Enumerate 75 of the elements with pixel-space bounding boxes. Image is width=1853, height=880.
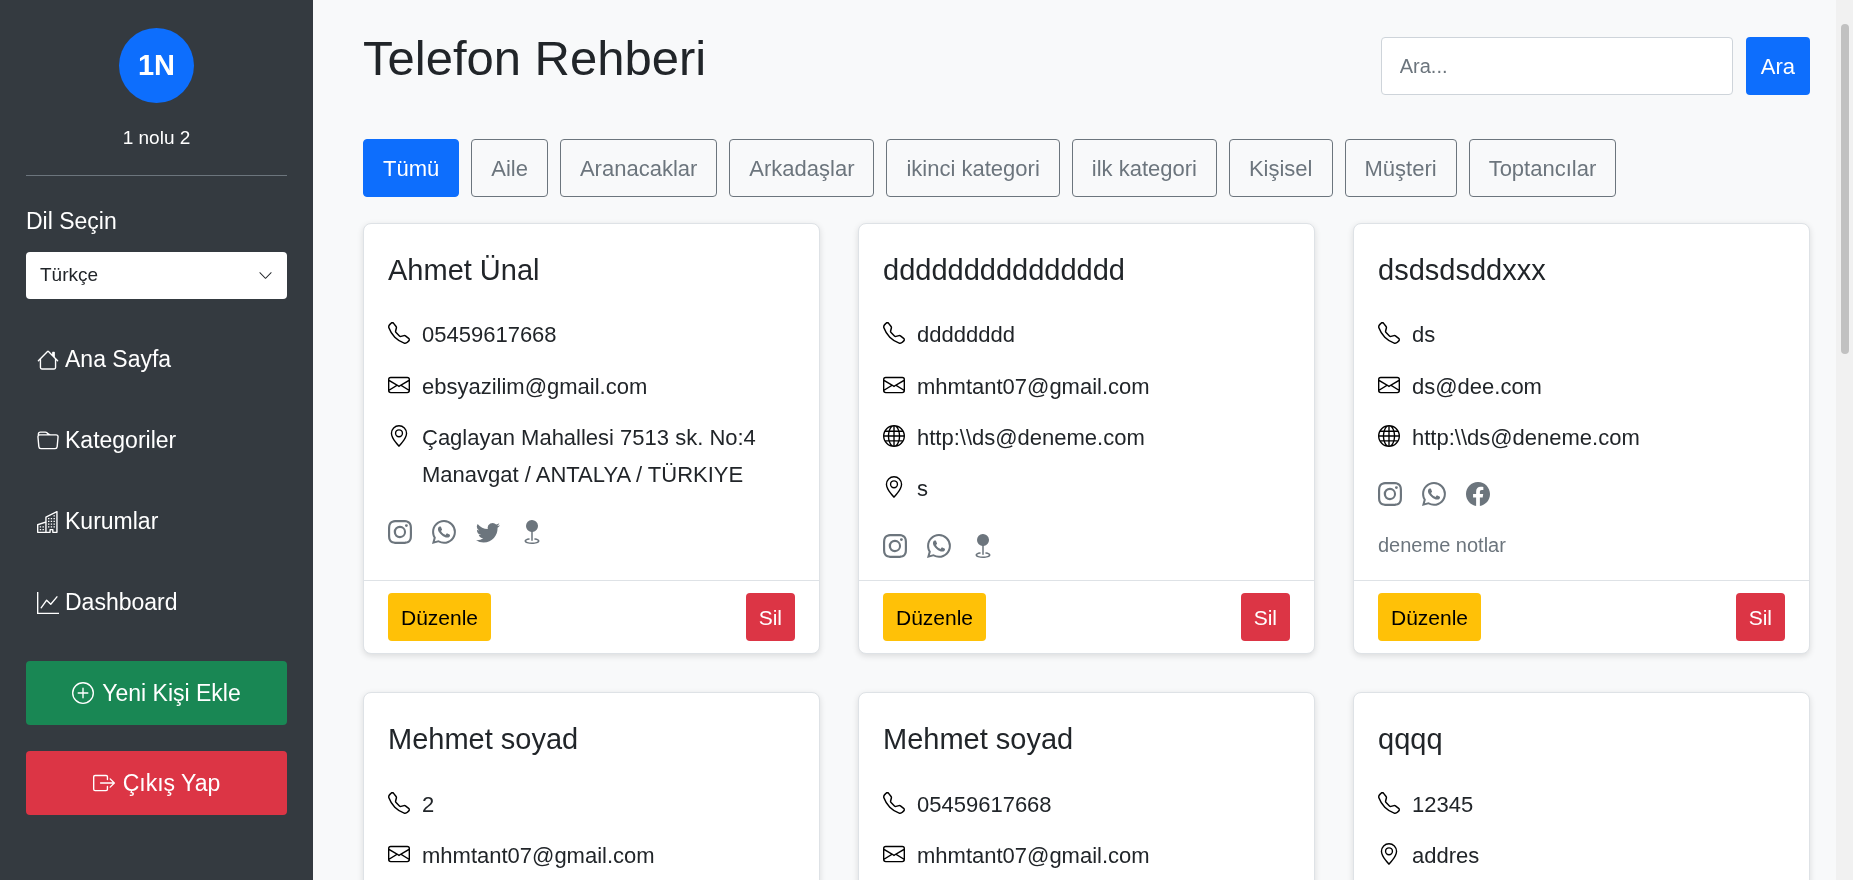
category-filter[interactable]: ikinci kategori [886,139,1060,197]
nav-item[interactable]: Kurumlar [26,481,287,562]
edit-button[interactable]: Düzenle [388,593,492,642]
folder-icon [37,429,59,452]
category-filter[interactable]: Toptancılar [1468,139,1617,197]
category-filter[interactable]: Tümü [363,139,460,197]
globe-icon [1378,425,1400,448]
contact-detail: http:\\ds@deneme.com [917,424,1145,453]
contact-detail: ebsyazilim@gmail.com [422,372,648,401]
contact-name: ddddddddddddddd [883,253,1126,288]
contact-detail: 05459617668 [422,321,557,350]
scrollbar[interactable] [1836,0,1853,880]
category-filter[interactable]: Aranacaklar [559,139,718,197]
search-field[interactable]: Ara... [1380,37,1733,95]
delete-button[interactable]: Sil [1240,593,1290,642]
category-filter[interactable]: Kişisel [1228,139,1333,197]
contact-detail: mhmtant07@gmail.com [422,842,655,871]
add-contact-button[interactable]: Yeni Kişi Ekle [26,661,287,725]
nav-item[interactable]: Ana Sayfa [26,319,287,400]
phone-icon [388,791,410,814]
location-pin-icon [388,425,410,448]
instagram-icon[interactable] [1378,482,1402,507]
phone-icon [883,322,905,345]
contact-note: deneme notlar [1378,533,1507,559]
instagram-icon[interactable] [883,533,907,558]
delete-button[interactable]: Sil [1735,593,1785,642]
category-filter[interactable]: ilk kategori [1071,139,1217,197]
phone-icon [1378,322,1400,345]
category-filter[interactable]: Müşteri [1344,139,1457,197]
user-name: 1 nolu 2 [121,126,192,150]
contact-detail: dddddddd [917,321,1015,350]
edit-button[interactable]: Düzenle [883,593,987,642]
whatsapp-icon[interactable] [432,519,456,544]
location-pin-icon [1378,843,1400,866]
category-filter[interactable]: Aile [471,139,548,197]
facebook-icon[interactable] [1466,482,1490,507]
contact-name: dsdsdsddxxx [1378,253,1547,288]
buildings-icon [37,510,59,533]
contact-detail: addres [1412,842,1480,871]
instagram-icon[interactable] [388,519,412,544]
avatar: 1N [119,28,194,103]
contact-detail: ds@dee.com [1412,372,1542,401]
contact-detail: 2 [422,790,435,819]
contact-detail: ds [1412,321,1436,350]
language-select[interactable]: Türkçe [26,252,287,299]
logout-button[interactable]: Çıkış Yap [26,751,287,815]
page-title: Telefon Rehberi [363,30,707,87]
phone-icon [388,322,410,345]
whatsapp-icon[interactable] [927,533,951,558]
edit-button[interactable]: Düzenle [1378,593,1482,642]
home-icon [37,348,59,371]
contact-detail: 12345 [1412,790,1474,819]
contact-detail: http:\\ds@deneme.com [1412,424,1640,453]
contact-name: qqqq [1378,722,1444,758]
language-label: Dil Seçin [26,206,118,236]
contact-detail: Çaglayan Mahallesi 7513 sk. No:4 Manavgat / ANTALYA / TÜRKIYE [422,424,757,490]
nav-item[interactable]: Dashboard [26,562,287,643]
search-button[interactable]: Ara [1745,37,1810,95]
contact-detail: mhmtant07@gmail.com [917,372,1150,401]
whatsapp-icon[interactable] [1422,482,1446,507]
logout-icon [92,772,115,794]
delete-button[interactable]: Sil [745,593,795,642]
contact-name: Mehmet soyad [388,722,580,758]
contact-name: Mehmet soyad [883,722,1075,758]
globe-icon [883,425,905,448]
phone-icon [1378,791,1400,814]
nav-item[interactable]: Kategoriler [26,400,287,481]
location-pin-icon [883,476,905,499]
contact-name: Ahmet Ünal [388,253,541,288]
category-filter[interactable]: Arkadaşlar [729,139,875,197]
phone-icon [883,791,905,814]
contact-detail: s [917,475,928,504]
line-chart-icon [37,591,59,614]
contact-detail: mhmtant07@gmail.com [917,842,1150,871]
contact-detail: 05459617668 [917,790,1052,819]
